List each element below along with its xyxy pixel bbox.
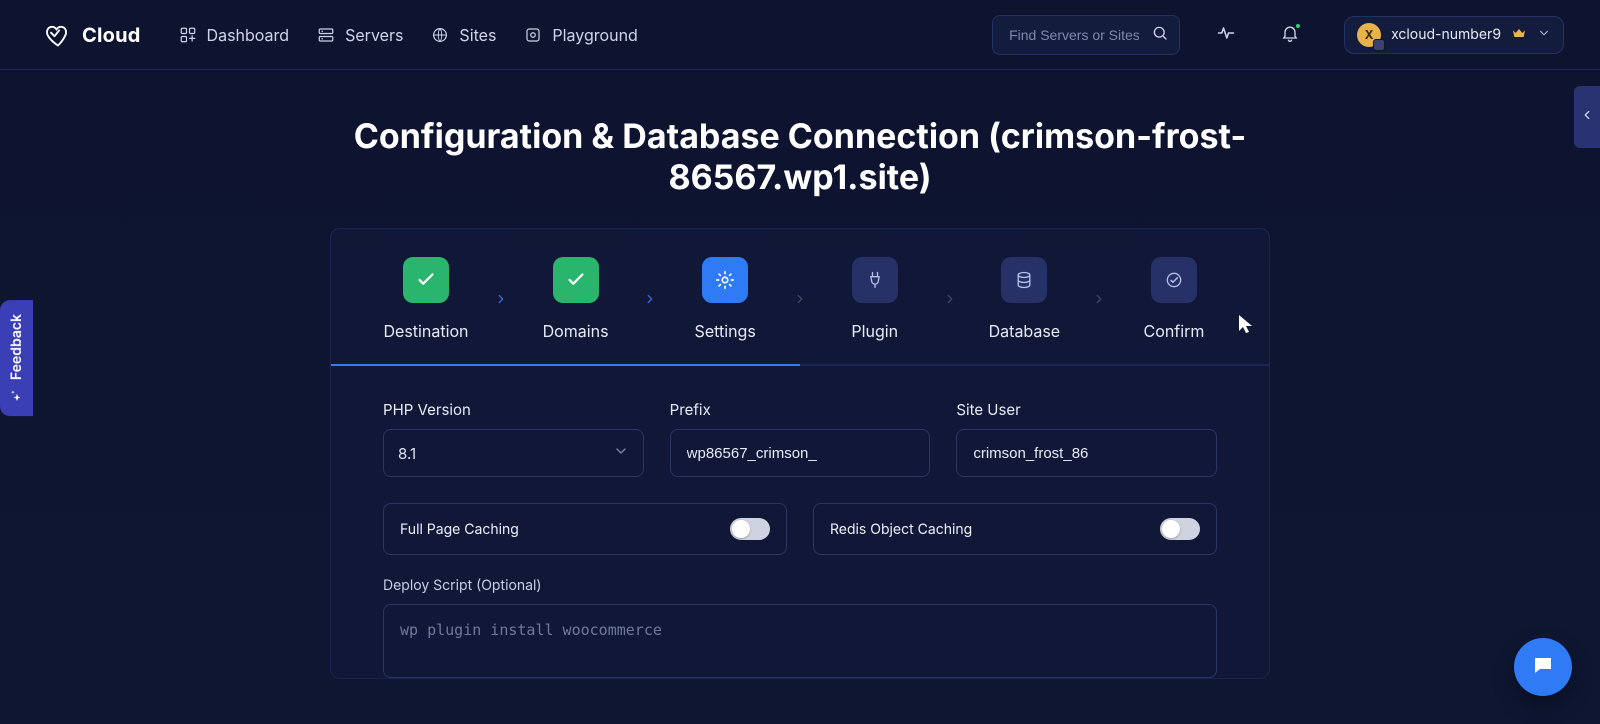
activity-icon bbox=[1216, 23, 1236, 47]
step-destination-label: Destination bbox=[383, 321, 468, 341]
avatar-badge-icon bbox=[1373, 39, 1385, 51]
full-page-caching-label: Full Page Caching bbox=[400, 521, 519, 538]
nav-servers-label: Servers bbox=[345, 25, 403, 45]
nav-playground[interactable]: Playground bbox=[524, 25, 637, 45]
chevron-right-icon bbox=[1092, 292, 1106, 306]
stepper: Destination Domains Settings bbox=[331, 229, 1269, 366]
topbar: Cloud Dashboard Servers Sites Playground bbox=[0, 0, 1600, 70]
feedback-tab[interactable]: Feedback bbox=[0, 300, 33, 416]
chevron-right-icon bbox=[494, 292, 508, 306]
stepper-progress-bar bbox=[331, 364, 800, 366]
chevron-right-icon bbox=[943, 292, 957, 306]
step-domains[interactable]: Domains bbox=[521, 257, 631, 341]
sparkle-icon bbox=[8, 388, 25, 402]
nav-sites[interactable]: Sites bbox=[431, 25, 496, 45]
step-plugin-icon bbox=[852, 257, 898, 303]
chevron-right-icon bbox=[643, 292, 657, 306]
nav-dashboard-label: Dashboard bbox=[207, 25, 290, 45]
php-version-field: PHP Version 8.1 bbox=[383, 400, 644, 477]
php-version-value: 8.1 bbox=[398, 444, 416, 463]
nav-dashboard[interactable]: Dashboard bbox=[179, 25, 290, 45]
deploy-script-textarea[interactable] bbox=[398, 619, 1202, 659]
dashboard-icon bbox=[179, 26, 197, 44]
toggle-switch[interactable] bbox=[730, 518, 770, 540]
nav-sites-label: Sites bbox=[459, 25, 496, 45]
avatar-initial: X bbox=[1365, 27, 1374, 42]
nav-playground-label: Playground bbox=[552, 25, 637, 45]
search-input[interactable] bbox=[1007, 26, 1141, 44]
primary-nav: Dashboard Servers Sites Playground bbox=[179, 25, 638, 45]
step-destination[interactable]: Destination bbox=[371, 257, 481, 341]
chevron-down-icon bbox=[1537, 26, 1551, 44]
step-confirm[interactable]: Confirm bbox=[1119, 257, 1229, 341]
chat-button[interactable] bbox=[1514, 638, 1572, 696]
step-settings-icon bbox=[702, 257, 748, 303]
toggle-knob-icon bbox=[1162, 520, 1180, 538]
logo-icon bbox=[44, 21, 72, 49]
user-name: xcloud-number9 bbox=[1391, 26, 1501, 43]
right-panel-toggle[interactable] bbox=[1574, 86, 1600, 148]
step-database-label: Database bbox=[989, 321, 1061, 341]
playground-icon bbox=[524, 26, 542, 44]
chat-icon bbox=[1531, 653, 1555, 681]
sites-icon bbox=[431, 26, 449, 44]
step-confirm-icon bbox=[1151, 257, 1197, 303]
step-domains-icon bbox=[553, 257, 599, 303]
step-destination-icon bbox=[403, 257, 449, 303]
brand-name: Cloud bbox=[82, 23, 141, 47]
prefix-label: Prefix bbox=[670, 400, 931, 419]
activity-button[interactable] bbox=[1208, 17, 1244, 53]
php-version-select[interactable]: 8.1 bbox=[383, 429, 644, 477]
prefix-input[interactable] bbox=[685, 444, 916, 463]
siteuser-field: Site User bbox=[956, 400, 1217, 477]
feedback-label: Feedback bbox=[8, 314, 25, 380]
redis-caching-label: Redis Object Caching bbox=[830, 521, 972, 538]
search-box[interactable] bbox=[992, 15, 1180, 55]
stepper-progress bbox=[331, 364, 1269, 366]
crown-icon bbox=[1511, 25, 1527, 45]
redis-caching-toggle[interactable]: Redis Object Caching bbox=[813, 503, 1217, 555]
avatar: X bbox=[1357, 23, 1381, 47]
notification-dot-icon bbox=[1294, 22, 1302, 30]
step-settings[interactable]: Settings bbox=[670, 257, 780, 341]
servers-icon bbox=[317, 26, 335, 44]
notifications-button[interactable] bbox=[1272, 17, 1308, 53]
cursor-icon bbox=[1238, 314, 1254, 338]
deploy-script-label: Deploy Script (Optional) bbox=[383, 577, 1217, 594]
prefix-field: Prefix bbox=[670, 400, 931, 477]
step-plugin[interactable]: Plugin bbox=[820, 257, 930, 341]
settings-form: PHP Version 8.1 Prefix Site User bbox=[331, 366, 1269, 678]
step-confirm-label: Confirm bbox=[1144, 321, 1205, 341]
step-database[interactable]: Database bbox=[969, 257, 1079, 341]
page-title: Configuration & Database Connection (cri… bbox=[250, 116, 1350, 198]
step-domains-label: Domains bbox=[543, 321, 609, 341]
toggle-knob-icon bbox=[732, 520, 750, 538]
siteuser-input[interactable] bbox=[971, 444, 1202, 463]
siteuser-label: Site User bbox=[956, 400, 1217, 419]
step-settings-label: Settings bbox=[695, 321, 756, 341]
deploy-script-field: Deploy Script (Optional) bbox=[383, 577, 1217, 678]
search-icon bbox=[1151, 24, 1169, 46]
chevron-left-icon bbox=[1580, 108, 1594, 126]
logo[interactable]: Cloud bbox=[44, 21, 141, 49]
toggle-switch[interactable] bbox=[1160, 518, 1200, 540]
nav-servers[interactable]: Servers bbox=[317, 25, 403, 45]
step-database-icon bbox=[1001, 257, 1047, 303]
siteuser-input-wrap bbox=[956, 429, 1217, 477]
chevron-down-icon bbox=[613, 443, 629, 463]
wizard-panel: Destination Domains Settings bbox=[330, 228, 1270, 679]
full-page-caching-toggle[interactable]: Full Page Caching bbox=[383, 503, 787, 555]
step-plugin-label: Plugin bbox=[851, 321, 898, 341]
deploy-script-textarea-wrap bbox=[383, 604, 1217, 678]
prefix-input-wrap bbox=[670, 429, 931, 477]
user-menu[interactable]: X xcloud-number9 bbox=[1344, 16, 1564, 54]
chevron-right-icon bbox=[793, 292, 807, 306]
page: Configuration & Database Connection (cri… bbox=[0, 70, 1600, 679]
php-version-label: PHP Version bbox=[383, 400, 644, 419]
